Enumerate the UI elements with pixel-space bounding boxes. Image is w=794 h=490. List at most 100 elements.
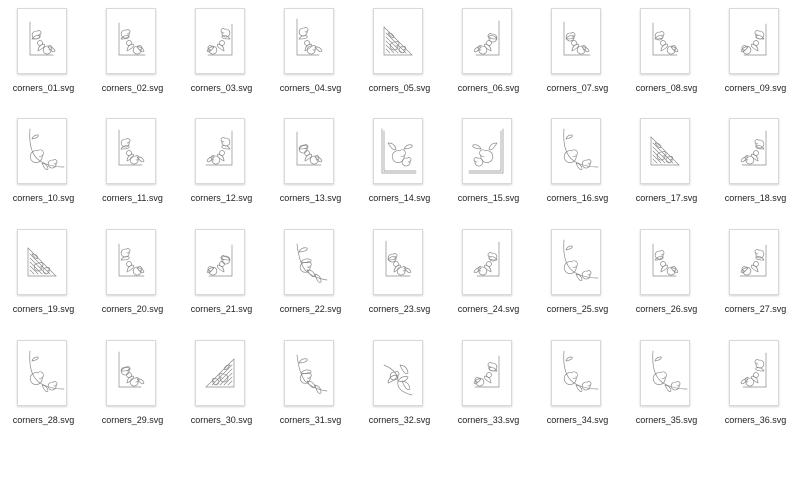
file-name-label: corners_04.svg [279,83,342,93]
file-name-label: corners_36.svg [724,415,787,425]
file-thumbnail[interactable] [551,229,601,295]
file-item[interactable]: corners_34.svg [533,340,622,440]
file-item[interactable]: corners_25.svg [533,229,622,329]
floral-corner-ornament-icon [296,18,323,56]
file-thumbnail[interactable] [284,340,334,406]
file-item[interactable]: corners_31.svg [266,340,355,440]
file-thumbnail[interactable] [195,340,245,406]
file-item[interactable]: corners_22.svg [266,229,355,329]
file-thumbnail[interactable] [373,118,423,184]
file-thumbnail[interactable] [640,118,690,184]
file-item[interactable]: corners_11.svg [88,118,177,218]
file-thumbnail[interactable] [551,8,601,74]
file-item[interactable]: corners_29.svg [88,340,177,440]
fleur-corner-ornament-icon [383,364,413,396]
file-item[interactable]: corners_33.svg [444,340,533,440]
file-item[interactable]: corners_05.svg [355,8,444,108]
file-thumbnail[interactable] [106,229,156,295]
file-item[interactable]: corners_17.svg [622,118,711,218]
file-thumbnail[interactable] [462,229,512,295]
file-thumbnail[interactable] [462,340,512,406]
file-item[interactable]: corners_01.svg [0,8,88,108]
file-thumbnail[interactable] [729,340,779,406]
file-item[interactable]: corners_18.svg [711,118,794,218]
file-item[interactable]: corners_20.svg [88,229,177,329]
file-item[interactable]: corners_16.svg [533,118,622,218]
file-thumbnail[interactable] [373,8,423,74]
floral-corner-ornament-icon [118,129,145,166]
file-name-label: corners_28.svg [12,415,75,425]
file-thumbnail[interactable] [195,229,245,295]
file-thumbnail[interactable] [284,118,334,184]
file-item[interactable]: corners_30.svg [177,340,266,440]
file-thumbnail[interactable] [17,118,67,184]
file-thumbnail[interactable] [17,229,67,295]
file-item[interactable]: corners_21.svg [177,229,266,329]
file-thumbnail[interactable] [640,229,690,295]
file-thumbnail[interactable] [462,118,512,184]
file-name-label: corners_23.svg [368,304,431,314]
file-thumbnail[interactable] [106,8,156,74]
file-thumbnail[interactable] [195,118,245,184]
file-thumbnail[interactable] [284,229,334,295]
file-thumbnail[interactable] [373,340,423,406]
file-item[interactable]: corners_09.svg [711,8,794,108]
file-thumbnail[interactable] [17,8,67,74]
file-item[interactable]: corners_12.svg [177,118,266,218]
file-thumbnail[interactable] [640,8,690,74]
file-item[interactable]: corners_32.svg [355,340,444,440]
file-item[interactable]: corners_04.svg [266,8,355,108]
file-name-label: corners_08.svg [635,83,698,93]
file-name-label: corners_17.svg [635,193,698,203]
scroll-corner-ornament-icon [652,350,688,392]
file-thumbnail[interactable] [640,340,690,406]
file-item[interactable]: corners_02.svg [88,8,177,108]
file-item[interactable]: corners_26.svg [622,229,711,329]
file-name-label: corners_03.svg [190,83,253,93]
file-item[interactable]: corners_19.svg [0,229,88,329]
floral-corner-ornament-icon [739,244,767,277]
file-thumbnail[interactable] [729,118,779,184]
file-thumbnail[interactable] [17,340,67,406]
floral-corner-ornament-icon [563,21,591,56]
file-item[interactable]: corners_36.svg [711,340,794,440]
file-name-label: corners_22.svg [279,304,342,314]
file-item[interactable]: corners_08.svg [622,8,711,108]
floral-corner-ornament-icon [118,22,146,56]
file-name-label: corners_13.svg [279,193,342,203]
file-name-label: corners_07.svg [546,83,609,93]
file-item[interactable]: corners_35.svg [622,340,711,440]
file-item[interactable]: corners_13.svg [266,118,355,218]
floral-corner-ornament-icon [473,241,500,277]
file-thumbnail[interactable] [729,229,779,295]
file-name-label: corners_09.svg [724,83,787,93]
lace-triangle-corner-icon [27,247,57,277]
file-thumbnail[interactable] [284,8,334,74]
floral-corner-ornament-icon [385,240,412,277]
scroll-corner-ornament-icon [563,350,599,392]
file-item[interactable]: corners_27.svg [711,229,794,329]
file-thumbnail[interactable] [729,8,779,74]
file-thumbnail[interactable] [195,8,245,74]
scroll-corner-ornament-icon [563,128,599,170]
file-item[interactable]: corners_28.svg [0,340,88,440]
file-thumbnail[interactable] [106,118,156,184]
file-item[interactable]: corners_10.svg [0,118,88,218]
file-name-label: corners_30.svg [190,415,253,425]
file-item[interactable]: corners_23.svg [355,229,444,329]
acanthus-corner-ornament-icon [296,243,328,283]
file-thumbnail[interactable] [551,118,601,184]
file-item[interactable]: corners_07.svg [533,8,622,108]
file-thumbnail[interactable] [373,229,423,295]
file-thumbnail[interactable] [551,340,601,406]
file-name-label: corners_12.svg [190,193,253,203]
file-thumbnail[interactable] [462,8,512,74]
floral-corner-ornament-icon [473,20,500,56]
file-item[interactable]: corners_06.svg [444,8,533,108]
file-thumbnail[interactable] [106,340,156,406]
file-item[interactable]: corners_15.svg [444,118,533,218]
framed-corner-ornament-icon [381,128,417,174]
file-item[interactable]: corners_03.svg [177,8,266,108]
file-item[interactable]: corners_24.svg [444,229,533,329]
file-item[interactable]: corners_14.svg [355,118,444,218]
